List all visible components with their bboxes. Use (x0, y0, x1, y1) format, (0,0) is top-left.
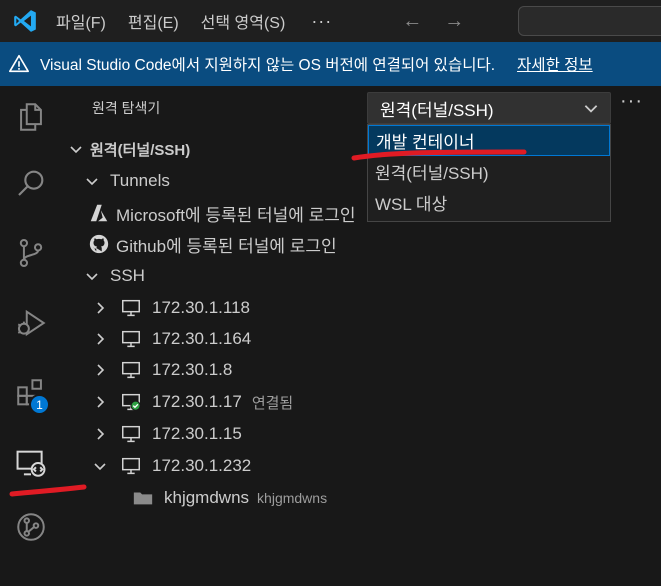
section-label: 원격(터널/SSH) (90, 141, 191, 159)
chevron-right-icon (97, 302, 105, 314)
section-remote-tunnels-ssh[interactable]: 원격(터널/SSH) (68, 134, 190, 164)
monitor-icon (122, 457, 140, 475)
chevron-down-icon (94, 463, 106, 471)
chevron-right-icon (97, 333, 105, 345)
microsoft-tunnel-login[interactable]: Microsoft에 등록된 터널에 로그인 (88, 198, 356, 228)
view-more-icon[interactable]: ··· (620, 90, 643, 113)
dropdown-option-wsl-targets[interactable]: WSL 대상 (368, 187, 610, 218)
source-graph-button[interactable] (0, 498, 62, 556)
ssh-group[interactable]: SSH (84, 261, 145, 291)
ssh-host-name: 172.30.1.232 (152, 456, 252, 475)
activity-bar: 1 (0, 86, 62, 586)
unsupported-os-banner: Visual Studio Code에서 지원하지 않는 OS 버전에 연결되어… (0, 42, 661, 86)
run-debug-icon (17, 309, 46, 337)
chevron-down-icon (86, 178, 98, 186)
ssh-host-name: 172.30.1.15 (152, 424, 242, 443)
forward-arrow-icon[interactable]: → (444, 10, 464, 33)
chevron-right-icon (97, 364, 105, 376)
ssh-host[interactable]: 172.30.1.17 연결됨 (92, 387, 293, 417)
remote-explorer-icon (16, 450, 46, 477)
view-title: 원격 탐색기 (92, 100, 161, 116)
connected-status: 연결됨 (251, 394, 294, 412)
warning-icon (9, 54, 29, 73)
dropdown-option-dev-containers[interactable]: 개발 컨테이너 (368, 125, 610, 156)
command-center-search[interactable] (518, 6, 661, 36)
ssh-host[interactable]: 172.30.1.15 (92, 419, 242, 449)
monitor-icon (122, 361, 140, 379)
dropdown-option-remote-tunnels-ssh[interactable]: 원격(터널/SSH) (368, 156, 610, 187)
menu-selection[interactable]: 선택 영역(S) (201, 9, 286, 33)
title-bar: 파일(F) 편집(E) 선택 영역(S) ··· ← → (0, 0, 661, 42)
extensions-button[interactable] (0, 364, 62, 422)
remote-explorer-button[interactable] (0, 434, 62, 492)
extensions-badge: 1 (29, 394, 50, 415)
chevron-down-icon (86, 273, 98, 281)
git-graph-icon (17, 513, 45, 541)
source-control-icon (19, 238, 43, 268)
ssh-host[interactable]: 172.30.1.118 (92, 293, 250, 323)
ssh-label: SSH (110, 266, 145, 285)
menu-file[interactable]: 파일(F) (56, 9, 106, 33)
github-login-label: Github에 등록된 터널에 로그인 (116, 236, 337, 256)
search-button[interactable] (0, 154, 62, 212)
menu-edit[interactable]: 편집(E) (128, 9, 179, 33)
monitor-connected-icon (122, 393, 141, 411)
chevron-right-icon (97, 396, 105, 408)
select-value: 원격(터널/SSH) (380, 100, 494, 120)
ssh-host-name: 172.30.1.164 (152, 329, 252, 348)
github-tunnel-login[interactable]: Github에 등록된 터널에 로그인 (88, 229, 337, 259)
vscode-logo-icon[interactable] (12, 8, 38, 34)
monitor-icon (122, 330, 140, 348)
chevron-down-icon (584, 105, 598, 113)
explorer-button[interactable] (0, 88, 62, 146)
monitor-icon (122, 299, 140, 317)
remote-explorer-sidebar: 원격 탐색기 원격(터널/SSH) ··· 원격(터널/SSH) Tunnels… (62, 86, 661, 586)
remote-type-select[interactable]: 원격(터널/SSH) (367, 92, 611, 124)
source-control-button[interactable] (0, 224, 62, 282)
ssh-host[interactable]: 172.30.1.164 (92, 324, 251, 354)
remote-folder[interactable]: khjgmdwns khjgmdwns (132, 483, 327, 513)
chevron-down-icon (70, 146, 82, 154)
tunnels-group[interactable]: Tunnels (84, 166, 170, 196)
banner-learn-more-link[interactable]: 자세한 정보 (517, 53, 593, 75)
ssh-host[interactable]: 172.30.1.8 (92, 355, 232, 385)
run-debug-button[interactable] (0, 294, 62, 352)
tunnels-label: Tunnels (110, 171, 170, 190)
azure-icon (90, 204, 108, 222)
folder-icon (133, 492, 153, 505)
ssh-host-name: 172.30.1.17 (152, 392, 242, 411)
files-icon (20, 103, 42, 131)
folder-path: khjgmdwns (257, 490, 328, 506)
search-icon (18, 170, 44, 196)
chevron-right-icon (97, 428, 105, 440)
back-arrow-icon[interactable]: ← (402, 10, 422, 33)
ssh-host-name: 172.30.1.118 (152, 298, 250, 317)
menu-more-icon[interactable]: ··· (311, 11, 332, 32)
microsoft-login-label: Microsoft에 등록된 터널에 로그인 (116, 205, 356, 225)
github-icon (89, 234, 109, 254)
ssh-host-name: 172.30.1.8 (152, 360, 233, 379)
ssh-host[interactable]: 172.30.1.232 (92, 451, 251, 481)
monitor-icon (122, 425, 140, 443)
banner-message: Visual Studio Code에서 지원하지 않는 OS 버전에 연결되어… (40, 57, 496, 74)
remote-type-dropdown: 개발 컨테이너 원격(터널/SSH) WSL 대상 (367, 124, 611, 222)
folder-name: khjgmdwns (164, 488, 250, 507)
